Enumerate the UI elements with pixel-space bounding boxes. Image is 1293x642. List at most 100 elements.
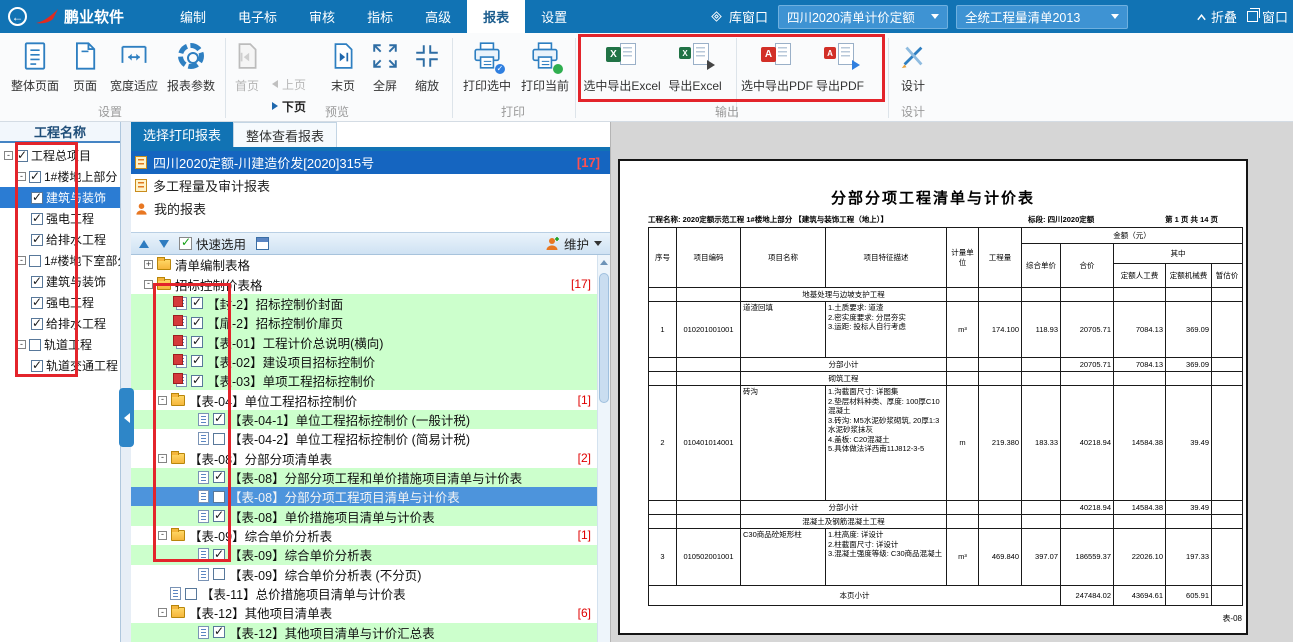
node-checkbox[interactable] xyxy=(31,360,43,372)
fit-width-button[interactable]: 宽度适应 xyxy=(106,37,162,113)
whole-page-button[interactable]: 整体页面 xyxy=(6,37,64,113)
export-excel-button[interactable]: 导出Excel xyxy=(664,37,726,113)
zoom-button[interactable]: 缩放 xyxy=(408,37,446,113)
node-checkbox[interactable] xyxy=(31,297,43,309)
node-checkbox[interactable] xyxy=(31,213,43,225)
tab-select-print-reports[interactable]: 选择打印报表 xyxy=(131,122,233,147)
project-node[interactable]: 给排水工程 xyxy=(0,313,120,334)
node-checkbox[interactable] xyxy=(31,234,43,246)
project-node-selected[interactable]: 建筑与装饰 xyxy=(0,187,120,208)
node-checkbox[interactable] xyxy=(29,171,41,183)
expand-node-icon[interactable] xyxy=(144,260,153,269)
collapse-node-icon[interactable] xyxy=(17,172,26,181)
window-button[interactable]: 窗口 xyxy=(1247,7,1293,26)
report-folder[interactable]: 招标控制价表格 [17] xyxy=(131,274,597,293)
report-checkbox[interactable] xyxy=(191,355,203,367)
report-item[interactable]: 【表-12】其他项目清单与计价汇总表 xyxy=(131,623,597,642)
node-checkbox[interactable] xyxy=(29,255,41,267)
maintain-button[interactable]: 维护 xyxy=(545,234,602,253)
panel-collapse-handle[interactable] xyxy=(119,388,134,447)
node-checkbox[interactable] xyxy=(31,318,43,330)
node-checkbox[interactable] xyxy=(31,276,43,288)
collapse-ribbon-button[interactable]: 折叠 xyxy=(1196,7,1237,26)
report-checkbox[interactable] xyxy=(191,336,203,348)
page-view-button[interactable]: 页面 xyxy=(64,37,106,113)
report-checkbox[interactable] xyxy=(213,413,225,425)
report-checkbox[interactable] xyxy=(213,433,225,445)
menu-baobiao-active[interactable]: 报表 xyxy=(467,0,525,33)
library-window-button[interactable]: 库窗口 xyxy=(709,7,768,26)
collapse-node-icon[interactable] xyxy=(158,608,167,617)
print-selected-button[interactable]: ✓ 打印选中 xyxy=(458,37,516,113)
report-set-item[interactable]: 我的报表 xyxy=(131,197,610,220)
collapse-node-icon[interactable] xyxy=(158,396,167,405)
report-item[interactable]: 【表-04-1】单位工程招标控制价 (一般计税) xyxy=(131,410,597,429)
node-checkbox[interactable] xyxy=(31,192,43,204)
report-checkbox[interactable] xyxy=(191,375,203,387)
report-checkbox[interactable] xyxy=(191,317,203,329)
export-selected-excel-button[interactable]: 选中导出Excel xyxy=(582,37,662,113)
project-node[interactable]: 轨道工程 xyxy=(0,334,120,355)
project-node[interactable]: 给排水工程 xyxy=(0,229,120,250)
report-params-button[interactable]: 报表参数 xyxy=(162,37,220,113)
export-selected-pdf-button[interactable]: 选中导出PDF xyxy=(742,37,812,113)
back-icon[interactable]: ← xyxy=(8,7,27,26)
project-node[interactable]: 工程总项目 xyxy=(0,145,120,166)
report-checkbox[interactable] xyxy=(213,626,225,638)
collapse-node-icon[interactable] xyxy=(17,256,26,265)
report-item[interactable]: 【表-08】单价措施项目清单与计价表 xyxy=(131,506,597,525)
report-set-item[interactable]: 多工程量及审计报表 xyxy=(131,174,610,197)
tab-view-all-reports[interactable]: 整体查看报表 xyxy=(233,122,337,147)
report-checkbox[interactable] xyxy=(213,491,225,503)
project-node[interactable]: 强电工程 xyxy=(0,292,120,313)
report-item[interactable]: 【表-04-2】单位工程招标控制价 (简易计税) xyxy=(131,429,597,448)
list-standard-combobox[interactable]: 全统工程量清单2013 xyxy=(956,5,1128,29)
project-node[interactable]: 1#楼地上部分 xyxy=(0,166,120,187)
report-checkbox[interactable] xyxy=(213,568,225,580)
report-item[interactable]: 【封-2】招标控制价封面 xyxy=(131,294,597,313)
project-node[interactable]: 1#楼地下室部分 xyxy=(0,250,120,271)
report-item[interactable]: 【表-01】工程计价总说明(横向) xyxy=(131,332,597,351)
report-item[interactable]: 【表-03】单项工程招标控制价 xyxy=(131,371,597,390)
report-folder[interactable]: 【表-12】其他项目清单表 [6] xyxy=(131,603,597,622)
move-down-icon[interactable] xyxy=(159,240,169,248)
collapse-node-icon[interactable] xyxy=(17,340,26,349)
save-selection-icon[interactable] xyxy=(256,237,269,250)
report-checkbox[interactable] xyxy=(213,510,225,522)
report-set-item-selected[interactable]: 四川2020定额-川建造价发[2020]315号 [17] xyxy=(131,151,610,174)
collapse-node-icon[interactable] xyxy=(158,531,167,540)
project-node[interactable]: 强电工程 xyxy=(0,208,120,229)
report-item[interactable]: 【扉-2】招标控制价扉页 xyxy=(131,313,597,332)
prev-page-button[interactable]: 上页 xyxy=(272,75,306,93)
report-item-selected[interactable]: 【表-08】分部分项工程项目清单与计价表 xyxy=(131,487,597,506)
report-folder[interactable]: 【表-09】综合单价分析表 [1] xyxy=(131,526,597,545)
scrollbar-thumb[interactable] xyxy=(599,273,609,403)
quick-select-button[interactable]: 快速选用 xyxy=(179,234,246,253)
report-folder[interactable]: 清单编制表格 xyxy=(131,255,597,274)
collapse-node-icon[interactable] xyxy=(144,280,153,289)
report-item[interactable]: 【表-09】综合单价分析表 xyxy=(131,545,597,564)
menu-bianzhi[interactable]: 编制 xyxy=(164,0,222,33)
export-pdf-button[interactable]: 导出PDF xyxy=(812,37,868,113)
menu-zhibiao[interactable]: 指标 xyxy=(351,0,409,33)
quota-combobox[interactable]: 四川2020清单计价定额 xyxy=(778,5,948,29)
scroll-up-icon[interactable] xyxy=(598,255,610,270)
next-page-button[interactable]: 下页 xyxy=(272,97,306,115)
report-item[interactable]: 【表-11】总价措施项目清单与计价表 xyxy=(131,584,597,603)
last-page-button[interactable]: 末页 xyxy=(324,37,362,113)
report-folder[interactable]: 【表-08】分部分项清单表 [2] xyxy=(131,448,597,467)
report-checkbox[interactable] xyxy=(213,549,225,561)
first-page-button[interactable]: 首页 xyxy=(228,37,266,113)
menu-dianzibiao[interactable]: 电子标 xyxy=(222,0,293,33)
report-item[interactable]: 【表-08】分部分项工程和单价措施项目清单与计价表 xyxy=(131,468,597,487)
collapse-node-icon[interactable] xyxy=(4,151,13,160)
report-checkbox[interactable] xyxy=(191,297,203,309)
menu-shezhi[interactable]: 设置 xyxy=(525,0,583,33)
print-current-button[interactable]: 打印当前 xyxy=(516,37,574,113)
project-node[interactable]: 轨道交通工程 xyxy=(0,355,120,376)
move-up-icon[interactable] xyxy=(139,240,149,248)
report-folder[interactable]: 【表-04】单位工程招标控制价 [1] xyxy=(131,390,597,409)
report-item[interactable]: 【表-09】综合单价分析表 (不分页) xyxy=(131,565,597,584)
design-button[interactable]: 设计 xyxy=(892,37,934,113)
report-item[interactable]: 【表-02】建设项目招标控制价 xyxy=(131,352,597,371)
